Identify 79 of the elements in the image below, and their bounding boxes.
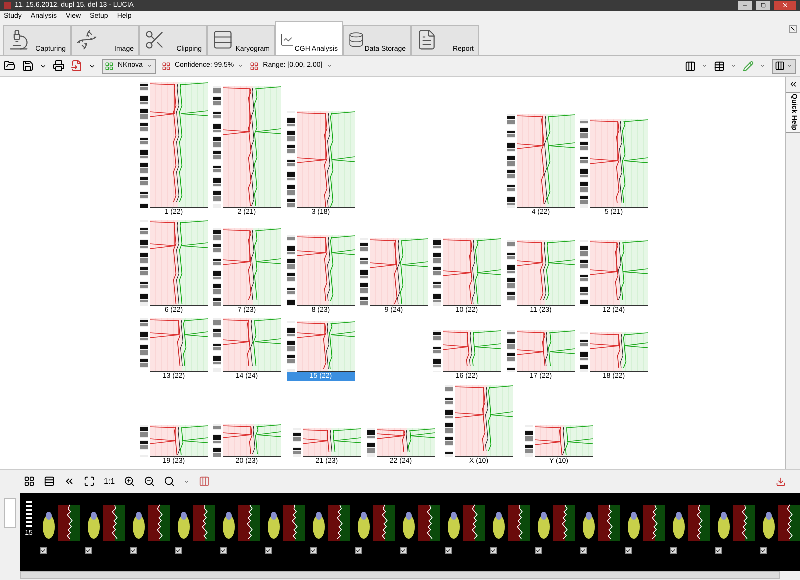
fit-icon[interactable] (84, 476, 95, 487)
checkbox[interactable] (400, 547, 407, 554)
printer-icon[interactable] (53, 60, 65, 72)
cgh-profile-drawing (293, 428, 361, 457)
checkbox[interactable] (265, 547, 272, 554)
cgh-profile-drawing (367, 428, 435, 457)
checkbox[interactable] (670, 547, 677, 554)
checkbox[interactable] (85, 547, 92, 554)
checkbox[interactable] (760, 547, 767, 554)
table-icon[interactable] (714, 60, 725, 72)
checkbox[interactable] (445, 547, 452, 554)
checkbox[interactable] (175, 547, 182, 554)
cgh-profile-drawing (213, 424, 281, 457)
grid-icon (105, 62, 114, 70)
checkbox[interactable] (580, 547, 587, 554)
caret-icon (147, 63, 153, 69)
microscope-icon (8, 29, 30, 51)
ideogram-icon (26, 501, 32, 527)
collapse-icon[interactable] (788, 80, 798, 89)
checkbox[interactable] (130, 547, 137, 554)
dna-icon (76, 29, 98, 51)
close-icon (782, 2, 788, 9)
checkbox[interactable] (220, 547, 227, 554)
pencil-icon[interactable] (743, 60, 754, 72)
columns-icon (775, 61, 785, 71)
arrows-icon[interactable] (64, 476, 75, 487)
cgh-profile-drawing (580, 332, 648, 372)
cgh-profile-drawing (433, 238, 501, 306)
scissors-icon (144, 29, 166, 51)
maximize-icon (760, 3, 766, 8)
open-folder-icon[interactable] (4, 60, 16, 72)
maximize-button[interactable] (756, 1, 770, 10)
caret-icon[interactable] (89, 62, 96, 70)
checkbox[interactable] (535, 547, 542, 554)
zoom-in-icon[interactable] (124, 476, 136, 487)
actual-size-button[interactable]: 1:1 (104, 476, 116, 488)
caret-icon (787, 63, 793, 69)
caret-icon (326, 63, 333, 69)
cgh-profile-drawing (213, 318, 281, 372)
rows-icon[interactable] (44, 476, 55, 487)
columns-icon[interactable] (685, 60, 696, 72)
split-icon[interactable] (199, 476, 210, 487)
cgh-profile-drawing (140, 425, 208, 457)
checkbox[interactable] (490, 547, 497, 554)
zoom-icon[interactable] (164, 476, 176, 487)
cgh-profile-drawing (507, 240, 575, 306)
checkbox[interactable] (310, 547, 317, 554)
caret-icon (238, 63, 244, 69)
cgh-profile-drawing (580, 240, 648, 306)
rows-icon (212, 29, 234, 51)
checkbox[interactable] (355, 547, 362, 554)
document-icon (416, 29, 438, 51)
cgh-profile-drawing (433, 330, 501, 372)
cgh-profile-drawing (445, 385, 513, 457)
caret-icon[interactable] (40, 62, 47, 70)
minimize-icon (742, 2, 748, 8)
cgh-profile-drawing (287, 321, 355, 372)
app-icon (4, 2, 11, 9)
layout-button[interactable] (772, 58, 796, 74)
checkbox[interactable] (715, 547, 722, 554)
checkbox[interactable] (625, 547, 632, 554)
cgh-profile-drawing (360, 238, 428, 306)
slider-control[interactable] (4, 498, 16, 528)
grid-icon (250, 62, 260, 70)
save-icon[interactable] (22, 60, 34, 72)
checkbox[interactable] (40, 547, 47, 554)
close-button[interactable] (789, 25, 797, 33)
grid-icon[interactable] (24, 476, 35, 487)
minimize-button[interactable] (738, 1, 752, 10)
grid-icon (162, 62, 171, 70)
export-icon[interactable] (71, 60, 83, 72)
cgh-profile-drawing (287, 235, 355, 306)
horizontal-scrollbar[interactable] (20, 571, 780, 579)
cgh-profile-drawing (507, 330, 575, 372)
close-icon (790, 26, 796, 32)
cgh-profile-drawing (140, 318, 208, 372)
download-icon[interactable] (776, 476, 786, 486)
zoom-out-icon[interactable] (144, 476, 156, 487)
cgh-profile-drawing (525, 425, 593, 457)
